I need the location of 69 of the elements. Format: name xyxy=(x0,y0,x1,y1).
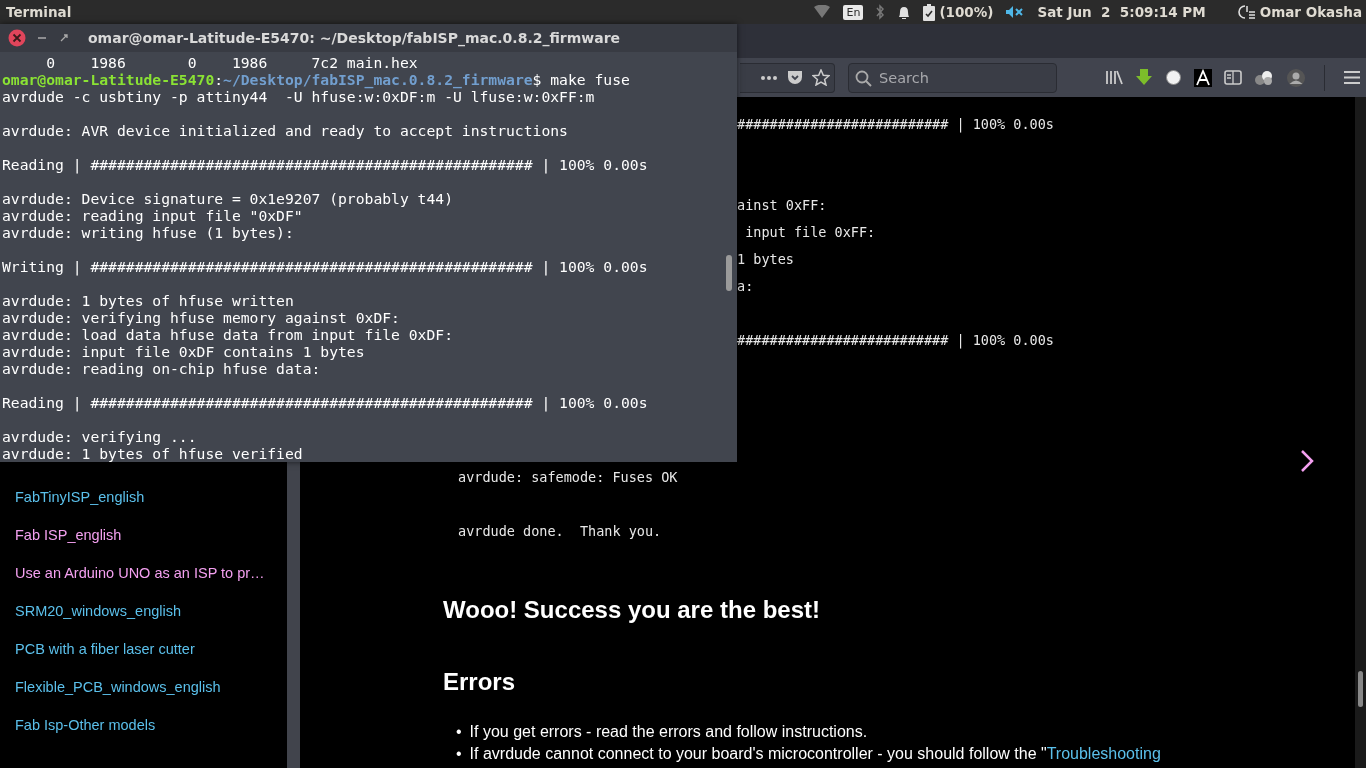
sidebar-link[interactable]: Fab ISP_english xyxy=(0,516,287,554)
keyboard-layout[interactable]: En xyxy=(843,4,864,20)
success-heading: Wooo! Success you are the best! xyxy=(443,595,821,625)
terminal-line: avrdude: input file 0xDF contains 1 bytes xyxy=(2,343,366,360)
output-line: input file 0xFF: xyxy=(744,223,877,242)
terminal-line: avrdude: writing hfuse (1 bytes): xyxy=(2,224,295,241)
output-line: ainst 0xFF: xyxy=(737,196,828,215)
bullet-marker: • xyxy=(456,744,462,764)
terminal-line: avrdude -c usbtiny -p attiny44 -U hfuse:w:0xDF:m -U lfuse:w:0xFF:m xyxy=(2,88,596,105)
url-bar[interactable] xyxy=(740,62,835,93)
output-line: avrdude: safemode: Fuses OK xyxy=(458,468,679,487)
terminal-line: avrdude: Device signature = 0x1e9207 (probably t44) xyxy=(2,190,454,207)
terminal-line: avrdude: verifying hfuse memory against 0xDF: xyxy=(2,309,401,326)
prompt-line: omar@omar-Latitude-E5470:~/Desktop/fabISP_mac.0.8.2_firmware$ make fuse xyxy=(2,71,631,88)
bullet-marker: • xyxy=(456,722,462,742)
sidebar-link[interactable]: SRM20_windows_english xyxy=(0,592,287,630)
muted-speaker-icon[interactable] xyxy=(1005,5,1026,19)
user-name[interactable]: Omar Okasha xyxy=(1259,4,1362,20)
menu-icon[interactable] xyxy=(1343,70,1361,85)
troubleshooting-link[interactable]: Troubleshooting xyxy=(1046,745,1161,762)
star-icon[interactable] xyxy=(811,69,830,86)
app-name: Terminal xyxy=(5,4,72,20)
output-line: avrdude done. Thank you. xyxy=(458,522,663,541)
terminal-line: Reading | ################################################## | 100% 0.00s xyxy=(2,156,649,173)
terminal-line: avrdude: 1 bytes of hfuse verified xyxy=(2,445,304,462)
reader-icon[interactable] xyxy=(1224,70,1242,85)
font-icon[interactable] xyxy=(1194,68,1212,87)
terminal-line: 0 1986 0 1986 7c2 main.hex xyxy=(45,54,419,71)
scrollbar-thumb[interactable] xyxy=(726,255,732,291)
scrollbar-thumb[interactable] xyxy=(1358,671,1363,707)
more-icon[interactable] xyxy=(760,74,779,81)
maximize-icon[interactable] xyxy=(58,32,70,44)
clock[interactable]: Sat Jun 2 5:09:14 PM xyxy=(1037,4,1206,20)
terminal-line: avrdude: 1 bytes of hfuse written xyxy=(2,292,295,309)
output-line: a: xyxy=(737,277,755,296)
section-heading: Errors xyxy=(443,667,517,697)
sidebar-link[interactable]: Fab Isp-Other models xyxy=(0,706,287,744)
sidebar-link[interactable]: Flexible_PCB_windows_english xyxy=(0,668,287,706)
close-icon[interactable] xyxy=(8,29,26,47)
avatar-icon[interactable] xyxy=(1286,67,1306,88)
sidebar-link[interactable]: FabTinyISP_english xyxy=(0,478,287,516)
terminal-line: Writing | ################################################## | 100% 0.00s xyxy=(2,258,649,275)
terminal-line: avrdude: verifying ... xyxy=(2,428,198,445)
output-line: ########################## | 100% 0.00s xyxy=(737,331,1055,351)
wifi-icon[interactable] xyxy=(813,5,832,19)
bell-icon[interactable] xyxy=(897,4,912,20)
window-title: omar@omar-Latitude-E5470: ~/Desktop/fabISP_mac.0.8.2_firmware xyxy=(88,30,621,46)
search-icon[interactable] xyxy=(855,69,872,87)
output-line: ########################## | 100% 0.00s xyxy=(737,115,1055,135)
search-field[interactable]: Search xyxy=(848,62,1057,93)
circle-icon[interactable] xyxy=(1165,69,1182,86)
library-icon[interactable] xyxy=(1105,70,1123,85)
bullet-text: If avrdude cannot connect to your board's microcontroller - you should follow the "Troubleshooting xyxy=(469,744,1161,764)
bluetooth-icon[interactable] xyxy=(875,4,886,20)
terminal-line: avrdude: load data hfuse data from input file 0xDF: xyxy=(2,326,454,343)
spheres-icon[interactable] xyxy=(1254,69,1274,86)
output-line: 1 bytes xyxy=(737,250,795,269)
battery-percentage: (100%) xyxy=(939,4,994,20)
sidebar-link[interactable]: Use an Arduino UNO as an ISP to pr… xyxy=(0,554,287,592)
terminal-line: avrdude: reading input file "0xDF" xyxy=(2,207,304,224)
battery-icon[interactable] xyxy=(923,3,936,21)
sidebar-link[interactable]: PCB with a fiber laser cutter xyxy=(0,630,287,668)
terminal-line: avrdude: reading on-chip hfuse data: xyxy=(2,360,322,377)
pocket-icon[interactable] xyxy=(787,70,803,85)
terminal-line: avrdude: AVR device initialized and ready to accept instructions xyxy=(2,122,569,139)
download-icon[interactable] xyxy=(1135,69,1153,86)
power-icon[interactable] xyxy=(1237,4,1256,20)
terminal-line: Reading | ################################################## | 100% 0.00s xyxy=(2,394,649,411)
bullet-text: If you get errors - read the errors and follow instructions. xyxy=(469,722,868,742)
